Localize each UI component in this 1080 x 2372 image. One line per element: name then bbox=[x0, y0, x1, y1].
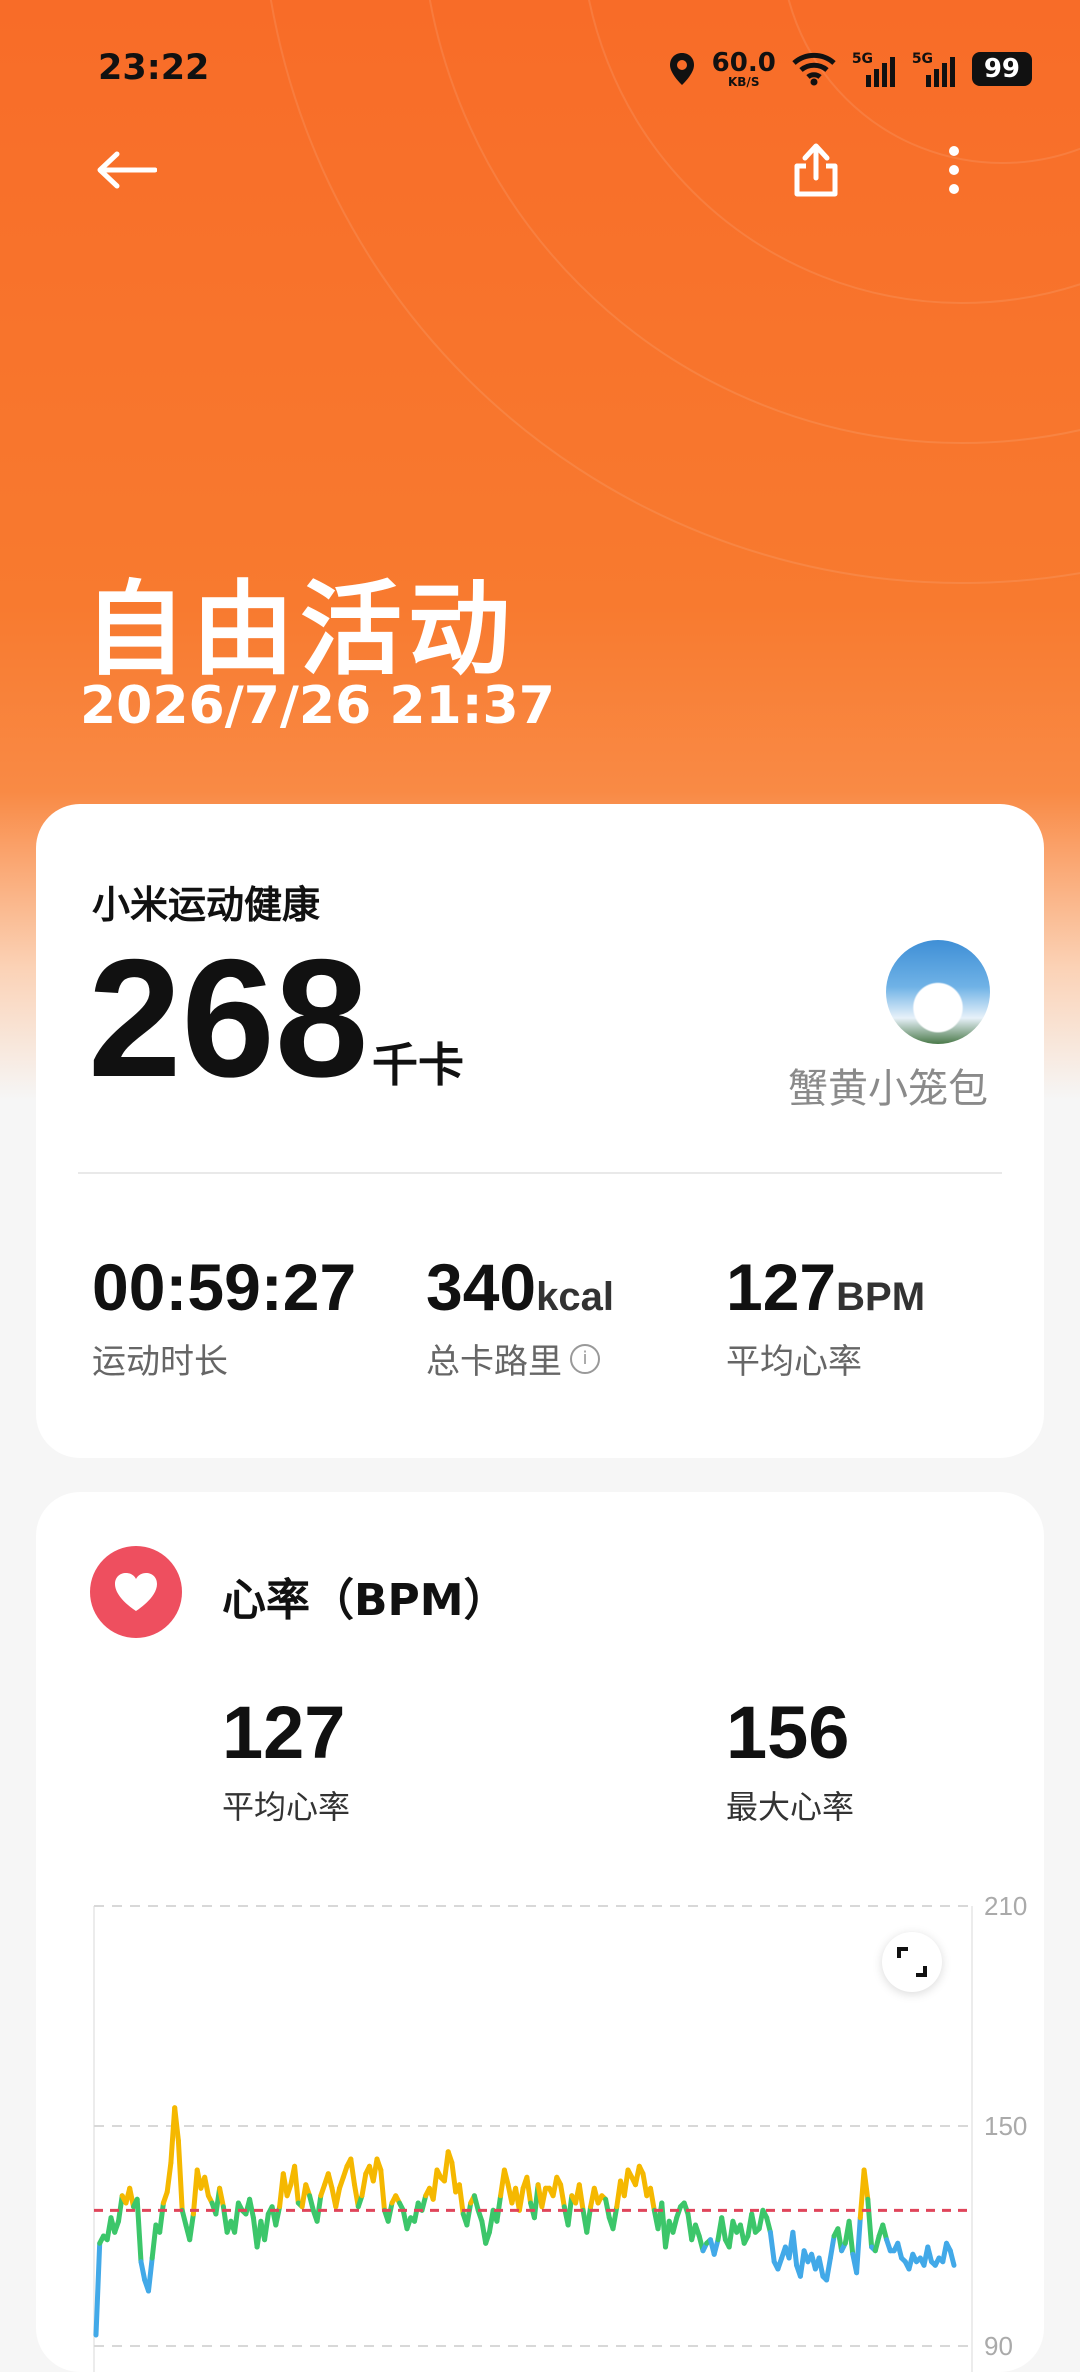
hr-line-segment bbox=[217, 2185, 226, 2210]
status-time: 23:22 bbox=[98, 48, 210, 88]
hr-line-segment bbox=[565, 2193, 575, 2228]
stat-unit: BPM bbox=[836, 1275, 926, 1319]
hr-line-segment bbox=[385, 2200, 395, 2224]
location-icon bbox=[669, 53, 694, 85]
expand-icon bbox=[897, 1947, 927, 1977]
net-speed-value: 60.0 bbox=[711, 48, 776, 78]
divider bbox=[78, 1172, 1002, 1174]
stat-label: 运动时长 bbox=[92, 1342, 228, 1382]
hr-line-segment bbox=[164, 2160, 174, 2195]
hr-line-segment bbox=[157, 2200, 166, 2235]
status-bar: 23:22 60.0 KB/S 5G 5G 99 bbox=[0, 0, 1080, 140]
hr-line-segment bbox=[719, 2215, 728, 2243]
chart-y-tick: 150 bbox=[984, 2111, 1027, 2141]
hr-line-segment bbox=[134, 2196, 144, 2265]
signal-icon: 5G bbox=[852, 51, 896, 87]
hr-line-segment bbox=[247, 2196, 256, 2221]
hr-line-segment bbox=[333, 2185, 342, 2210]
fullscreen-button[interactable] bbox=[882, 1932, 942, 1992]
share-button[interactable] bbox=[776, 130, 856, 210]
summary-card: 小米运动健康 268 千卡 蟹黄小笼包 00:59:27 运动时长 340kca… bbox=[36, 804, 1044, 1458]
stat-total-calories: 340kcal 总卡路里 i bbox=[426, 1254, 614, 1383]
hr-line-segment bbox=[524, 2174, 534, 2206]
hr-line-segment bbox=[516, 2185, 526, 2213]
hr-line-segment bbox=[175, 2138, 185, 2213]
hr-line-segment bbox=[816, 2255, 826, 2279]
hr-line-segment bbox=[603, 2196, 612, 2221]
avatar[interactable] bbox=[886, 940, 990, 1044]
hr-line-segment bbox=[262, 2211, 271, 2243]
status-icons: 60.0 KB/S 5G 5G 99 bbox=[668, 50, 1032, 88]
hr-line-segment bbox=[947, 2248, 957, 2268]
more-vertical-icon bbox=[949, 146, 959, 194]
more-button[interactable] bbox=[914, 130, 994, 210]
net-speed: 60.0 KB/S bbox=[712, 50, 776, 88]
hr-line-segment bbox=[292, 2163, 301, 2206]
username: 蟹黄小笼包 bbox=[788, 1066, 988, 1112]
activity-title: 自由活动 bbox=[84, 571, 516, 690]
stat-value: 340 bbox=[426, 1250, 537, 1324]
hr-line-segment bbox=[558, 2182, 567, 2210]
hr-line-segment bbox=[790, 2229, 800, 2268]
hr-line-segment bbox=[846, 2218, 856, 2257]
hr-line-segment bbox=[348, 2156, 357, 2188]
stat-value: 127 bbox=[726, 1250, 837, 1324]
stat-value: 00:59:27 bbox=[92, 1250, 357, 1324]
hr-line-segment bbox=[187, 2211, 196, 2243]
stat-unit: kcal bbox=[536, 1275, 614, 1319]
hr-line-segment bbox=[865, 2196, 875, 2250]
stat-label: 总卡路里 bbox=[426, 1342, 562, 1382]
hr-line-segment bbox=[576, 2182, 586, 2213]
hr-line-segment bbox=[494, 2193, 504, 2224]
wifi-icon bbox=[792, 52, 836, 86]
hr-line-segment bbox=[854, 2215, 863, 2276]
heart-rate-chart[interactable]: 210 150 90 bbox=[36, 1492, 1044, 2372]
hr-line-segment bbox=[378, 2167, 387, 2213]
stat-avg-heart-rate: 127BPM 平均心率 bbox=[726, 1254, 925, 1383]
signal-icon: 5G bbox=[912, 51, 956, 87]
app-name: 小米运动健康 bbox=[92, 883, 321, 927]
hr-line-segment bbox=[146, 2255, 155, 2294]
hr-line-segment bbox=[202, 2174, 211, 2199]
signal-label: 5G bbox=[911, 51, 934, 67]
back-button[interactable] bbox=[86, 130, 166, 210]
hr-line-segment bbox=[314, 2193, 324, 2224]
stat-duration: 00:59:27 运动时长 bbox=[92, 1254, 356, 1383]
hr-line-segment bbox=[138, 2259, 148, 2283]
battery-icon: 99 bbox=[971, 52, 1032, 86]
hr-line-segment bbox=[861, 2167, 871, 2202]
chart-y-tick: 210 bbox=[984, 1891, 1027, 1921]
battery-level: 99 bbox=[983, 54, 1020, 84]
share-icon bbox=[794, 143, 838, 197]
hr-line-segment bbox=[539, 2185, 549, 2210]
calories-value: 268 bbox=[88, 924, 369, 1112]
chart-y-tick: 90 bbox=[984, 2331, 1013, 2361]
hr-line-segment bbox=[824, 2255, 833, 2283]
calories-unit: 千卡 bbox=[372, 1038, 464, 1092]
hr-line-segment bbox=[767, 2229, 777, 2265]
stat-label: 平均心率 bbox=[726, 1342, 862, 1382]
info-icon[interactable]: i bbox=[570, 1343, 600, 1374]
hr-line-segment bbox=[93, 2240, 103, 2338]
back-arrow-icon bbox=[97, 151, 157, 189]
hr-line-segment bbox=[359, 2171, 369, 2199]
hr-line-segment bbox=[149, 2222, 159, 2261]
heart-rate-card: 心率（BPM） 127 平均心率 156 最大心率 210 150 90 bbox=[36, 1492, 1044, 2372]
activity-datetime: 2026/7/26 21:37 bbox=[80, 676, 555, 736]
signal-label: 5G bbox=[851, 51, 874, 67]
net-speed-unit: KB/S bbox=[727, 75, 760, 89]
hr-line-segment bbox=[464, 2200, 474, 2228]
hr-line-segment bbox=[827, 2233, 837, 2261]
hr-line-segment bbox=[648, 2185, 657, 2213]
